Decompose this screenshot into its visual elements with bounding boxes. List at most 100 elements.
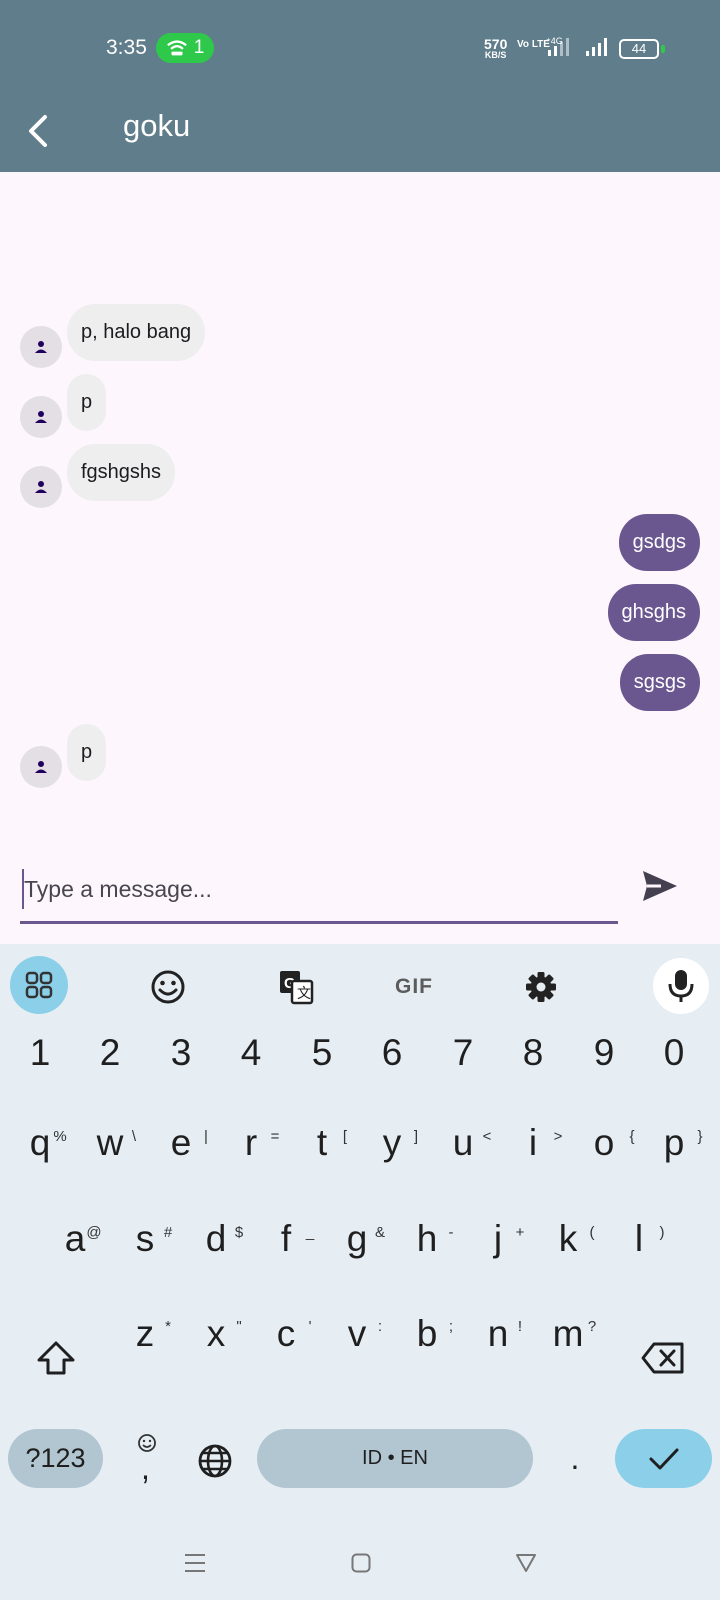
apps-grid-icon xyxy=(25,971,53,999)
message-input[interactable] xyxy=(20,857,618,921)
message-bubble-outgoing[interactable]: gsdgs xyxy=(618,514,700,571)
status-bar: 3:35 1 570 KB/S Vo LTE ⁺4G 44 xyxy=(0,0,720,96)
key-z[interactable]: z xyxy=(115,1313,175,1355)
key-symbols[interactable]: ?123 xyxy=(8,1429,103,1488)
message-bubble-incoming[interactable]: p, halo bang xyxy=(67,304,206,361)
key-5[interactable]: 5 xyxy=(292,1032,352,1074)
svg-text:文: 文 xyxy=(297,985,311,1001)
check-icon xyxy=(649,1448,678,1469)
shift-icon xyxy=(37,1341,75,1375)
nav-menu-button[interactable] xyxy=(184,1553,206,1578)
key-g[interactable]: g xyxy=(327,1218,387,1260)
avatar xyxy=(20,396,62,438)
key-space[interactable]: ID • EN xyxy=(257,1429,533,1488)
hotspot-indicator: 1 xyxy=(156,33,214,63)
key-s[interactable]: s xyxy=(115,1218,175,1260)
battery-charge-dot xyxy=(661,45,665,53)
key-enter[interactable] xyxy=(615,1429,712,1488)
translate-icon: G 文 xyxy=(280,971,314,1005)
key-9[interactable]: 9 xyxy=(574,1032,634,1074)
key-o[interactable]: o xyxy=(574,1122,634,1164)
key-c[interactable]: c xyxy=(256,1313,316,1355)
gif-label: GIF xyxy=(395,975,433,998)
back-button[interactable] xyxy=(18,106,58,156)
key-r[interactable]: r xyxy=(221,1122,281,1164)
person-icon xyxy=(35,481,47,493)
key-e[interactable]: e xyxy=(151,1122,211,1164)
keyboard-settings-button[interactable] xyxy=(512,958,570,1016)
message-bubble-outgoing[interactable]: sgsgs xyxy=(619,654,700,711)
key-x[interactable]: x xyxy=(186,1313,246,1355)
key-n[interactable]: n xyxy=(468,1313,528,1355)
key-7[interactable]: 7 xyxy=(433,1032,493,1074)
key-b[interactable]: b xyxy=(397,1313,457,1355)
avatar xyxy=(20,466,62,508)
person-icon xyxy=(35,341,47,353)
key-0[interactable]: 0 xyxy=(644,1032,704,1074)
chat-title: goku xyxy=(123,108,191,143)
key-language[interactable] xyxy=(197,1443,237,1483)
mic-icon xyxy=(668,970,694,1002)
key-comma[interactable]: , xyxy=(128,1430,166,1490)
avatar xyxy=(20,746,62,788)
key-q[interactable]: q xyxy=(10,1122,70,1164)
key-d[interactable]: d xyxy=(186,1218,246,1260)
hotspot-icon xyxy=(166,40,187,56)
app-bar: goku xyxy=(0,96,720,172)
signal-bars-icon xyxy=(586,38,607,56)
key-8[interactable]: 8 xyxy=(503,1032,563,1074)
battery-icon: 44 xyxy=(619,39,659,59)
key-3[interactable]: 3 xyxy=(151,1032,211,1074)
key-backspace[interactable] xyxy=(636,1338,690,1378)
key-j[interactable]: j xyxy=(468,1218,528,1260)
key-i[interactable]: i xyxy=(503,1122,563,1164)
backspace-icon xyxy=(641,1342,684,1374)
home-square-icon xyxy=(351,1553,371,1573)
keyboard-emoji-button[interactable] xyxy=(139,958,197,1016)
key-4[interactable]: 4 xyxy=(221,1032,281,1074)
network-speed: 570 KB/S xyxy=(484,37,507,60)
key-a[interactable]: a xyxy=(45,1218,105,1260)
message-composer xyxy=(20,857,618,925)
person-icon xyxy=(35,761,47,773)
menu-icon xyxy=(185,1554,205,1572)
key-6[interactable]: 6 xyxy=(362,1032,422,1074)
keyboard-mic-button[interactable] xyxy=(653,958,709,1014)
battery-level: 44 xyxy=(631,41,647,56)
key-m[interactable]: m xyxy=(538,1313,598,1355)
key-t[interactable]: t xyxy=(292,1122,352,1164)
key-f[interactable]: f xyxy=(256,1218,316,1260)
keyboard-apps-button[interactable] xyxy=(10,956,68,1014)
nav-back-button[interactable] xyxy=(515,1553,537,1578)
signal-4g-icon: ⁺4G xyxy=(546,36,569,56)
message-bubble-incoming[interactable]: p xyxy=(67,374,107,431)
person-icon xyxy=(35,411,47,423)
chevron-left-icon xyxy=(29,115,47,147)
avatar xyxy=(20,326,62,368)
keyboard-gif-button[interactable]: GIF xyxy=(385,958,443,1016)
send-button[interactable] xyxy=(636,862,684,910)
message-bubble-outgoing[interactable]: ghsghs xyxy=(607,584,700,641)
message-bubble-incoming[interactable]: fgshgshs xyxy=(67,444,176,501)
key-w[interactable]: w xyxy=(80,1122,140,1164)
key-y[interactable]: y xyxy=(362,1122,422,1164)
settings-icon xyxy=(526,972,556,1002)
message-bubble-incoming[interactable]: p xyxy=(67,724,107,781)
key-shift[interactable] xyxy=(30,1336,82,1380)
comma-label: , xyxy=(141,1450,150,1486)
key-1[interactable]: 1 xyxy=(10,1032,70,1074)
back-triangle-icon xyxy=(516,1554,536,1572)
network-speed-unit: KB/S xyxy=(484,50,507,60)
key-period[interactable]: . xyxy=(560,1440,590,1480)
key-u[interactable]: u xyxy=(433,1122,493,1164)
key-v[interactable]: v xyxy=(327,1313,387,1355)
key-l[interactable]: l xyxy=(609,1218,669,1260)
nav-home-button[interactable] xyxy=(351,1553,371,1578)
keyboard-translate-button[interactable]: G 文 xyxy=(267,958,325,1016)
input-underline xyxy=(20,921,618,924)
key-k[interactable]: k xyxy=(538,1218,598,1260)
text-caret xyxy=(22,869,24,909)
key-p[interactable]: p xyxy=(644,1122,704,1164)
key-h[interactable]: h xyxy=(397,1218,457,1260)
key-2[interactable]: 2 xyxy=(80,1032,140,1074)
